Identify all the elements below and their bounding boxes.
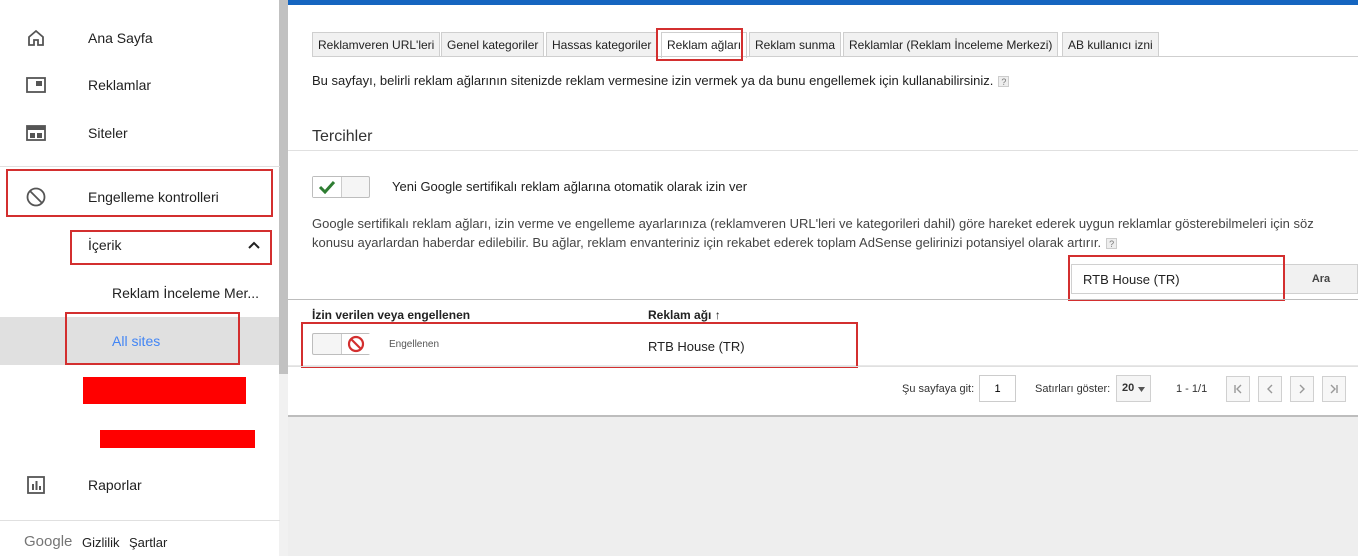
next-page-icon[interactable] — [1290, 376, 1314, 402]
tab-label: Genel kategoriler — [447, 38, 539, 52]
tab-label: AB kullanıcı izni — [1068, 38, 1153, 52]
help-icon[interactable]: ? — [1106, 238, 1118, 250]
tab-label: Hassas kategoriler — [552, 38, 652, 52]
sidebar-footer: Google Gizlilik Şartlar — [0, 520, 280, 556]
reports-icon — [24, 473, 48, 497]
column-header-status[interactable]: İzin verilen veya engellenen — [312, 308, 470, 322]
certified-networks-description: Google sertifikalı reklam ağları, izin v… — [312, 214, 1332, 252]
tab-advertiser-urls[interactable]: Reklamveren URL'leri — [312, 32, 441, 57]
help-icon[interactable]: ? — [998, 76, 1010, 88]
page-range: 1 - 1/1 — [1176, 383, 1208, 395]
sidebar: Ana Sayfa Reklamlar Siteler Engelleme ko… — [0, 0, 288, 556]
intro-text: Bu sayfayı, belirli reklam ağlarının sit… — [312, 73, 1010, 88]
goto-page-label: Şu sayfaya git: — [902, 383, 975, 395]
sidebar-item-label: Reklamlar — [88, 77, 152, 93]
sidebar-scrollbar[interactable] — [279, 0, 288, 374]
sidebar-item-label: Raporlar — [88, 477, 142, 493]
redaction-bar — [100, 430, 255, 448]
highlight-box — [65, 312, 240, 365]
pager-divider — [288, 366, 1358, 367]
auto-allow-label: Yeni Google sertifikalı reklam ağlarına … — [392, 179, 748, 194]
tab-label: Reklam sunma — [755, 38, 836, 52]
search-button[interactable]: Ara — [1284, 264, 1358, 294]
previous-page-icon[interactable] — [1258, 376, 1282, 402]
table-header-divider — [288, 299, 1358, 300]
preferences-title: Tercihler — [312, 128, 373, 145]
privacy-link[interactable]: Gizlilik — [82, 535, 120, 550]
highlight-box — [1068, 255, 1285, 301]
sidebar-item-reports[interactable]: Raporlar — [0, 461, 278, 509]
sidebar-item-sites[interactable]: Siteler — [0, 109, 278, 157]
rows-per-page-select[interactable]: 20 — [1116, 375, 1151, 402]
tabs-baseline — [312, 56, 1358, 57]
tab-general-categories[interactable]: Genel kategoriler — [441, 32, 545, 57]
sidebar-item-ads[interactable]: Reklamlar — [0, 61, 278, 109]
section-divider — [288, 150, 1358, 151]
subitem-label: Reklam İnceleme Mer... — [112, 285, 260, 301]
sidebar-subitem-ad-review[interactable]: Reklam İnceleme Mer... — [0, 269, 278, 317]
dropdown-arrow-icon — [1138, 387, 1145, 392]
sidebar-item-label: Siteler — [88, 125, 128, 141]
last-page-icon[interactable] — [1322, 376, 1346, 402]
sidebar-divider — [0, 166, 280, 167]
intro-text-content: Bu sayfayı, belirli reklam ağlarının sit… — [312, 73, 994, 88]
main-content: Reklamveren URL'leri Genel kategoriler H… — [288, 0, 1358, 556]
google-logo: Google — [24, 533, 73, 550]
tab-eu-user-consent[interactable]: AB kullanıcı izni — [1062, 32, 1159, 57]
terms-link[interactable]: Şartlar — [129, 535, 167, 550]
ads-icon — [24, 73, 48, 97]
rows-per-page-value: 20 — [1122, 382, 1135, 394]
tab-sensitive-categories[interactable]: Hassas kategoriler — [546, 32, 658, 57]
tab-ad-review-center[interactable]: Reklamlar (Reklam İnceleme Merkezi) — [843, 32, 1059, 57]
rows-per-page-label: Satırları göster: — [1035, 383, 1111, 395]
page-background — [288, 415, 1358, 556]
highlight-box — [70, 230, 272, 265]
first-page-icon[interactable] — [1226, 376, 1250, 402]
tab-label: Reklamlar (Reklam İnceleme Merkezi) — [849, 38, 1053, 52]
sites-icon — [24, 121, 48, 145]
auto-allow-toggle[interactable] — [312, 176, 370, 198]
page-number-input[interactable] — [979, 375, 1016, 402]
highlight-box — [301, 322, 858, 368]
description-text: Google sertifikalı reklam ağları, izin v… — [312, 216, 1314, 250]
checkmark-icon — [313, 177, 342, 197]
redaction-bar — [83, 377, 246, 404]
tab-label: Reklamveren URL'leri — [318, 38, 435, 52]
sidebar-item-home[interactable]: Ana Sayfa — [0, 14, 278, 62]
sidebar-item-label: Ana Sayfa — [88, 30, 153, 46]
tab-ad-serving[interactable]: Reklam sunma — [749, 32, 842, 57]
highlight-box — [656, 28, 743, 61]
top-accent-bar — [288, 0, 1358, 5]
highlight-box — [6, 169, 273, 217]
column-header-network[interactable]: Reklam ağı ↑ — [648, 308, 721, 322]
home-icon — [24, 26, 48, 50]
